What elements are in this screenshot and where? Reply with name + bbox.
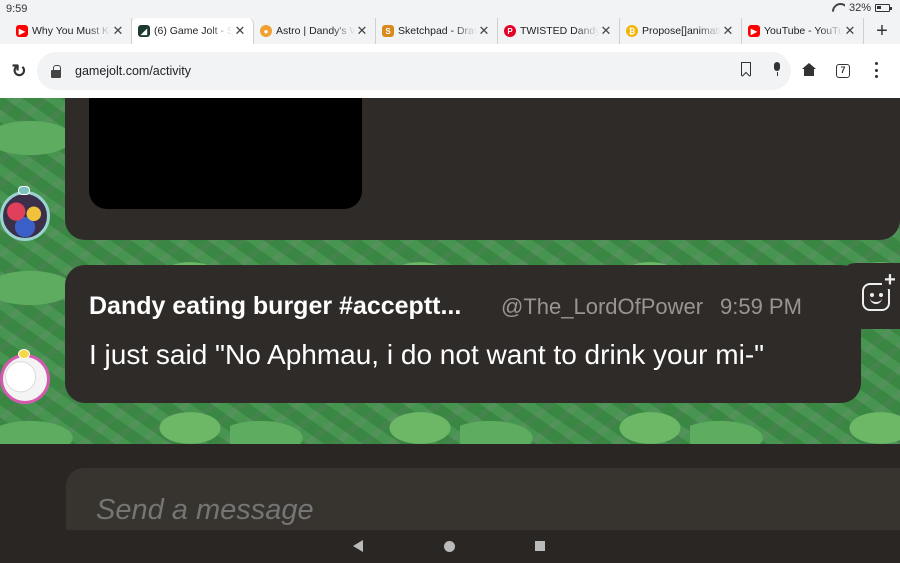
address-bar-actions xyxy=(741,62,781,76)
recent-apps-icon[interactable] xyxy=(535,541,545,551)
status-bar: 9:59 32% xyxy=(0,0,900,18)
new-tab-button[interactable]: + xyxy=(868,20,896,43)
more-menu-icon[interactable] xyxy=(874,62,878,78)
avatar-badge-icon xyxy=(18,349,30,359)
microphone-icon[interactable] xyxy=(773,62,781,76)
battery-percent: 32% xyxy=(848,2,871,14)
reload-icon[interactable]: ↻ xyxy=(0,61,38,82)
avatar[interactable] xyxy=(0,354,50,404)
add-emoji-icon: + xyxy=(862,270,898,311)
youtube-icon: ▶ xyxy=(748,25,760,37)
message-input[interactable] xyxy=(96,494,796,527)
status-icons: 32% xyxy=(832,2,892,14)
avatar[interactable] xyxy=(0,191,50,241)
pinterest-icon: P xyxy=(504,25,516,37)
tab-title: Propose[]animati xyxy=(642,25,721,37)
home-icon[interactable] xyxy=(802,63,816,77)
message-handle[interactable]: @The_LordOfPower xyxy=(501,294,703,320)
browser-tab[interactable]: ● Astro | Dandy's W ✕ xyxy=(254,18,376,44)
tab-switcher-button[interactable]: 7 xyxy=(836,64,850,78)
close-icon[interactable]: ✕ xyxy=(843,23,857,39)
add-reaction-button[interactable]: + xyxy=(838,263,900,329)
gamejolt-icon: ◢ xyxy=(138,25,150,37)
tab-title: Why You Must Ke xyxy=(32,25,111,37)
browser-tab[interactable]: S Sketchpad - Draw ✕ xyxy=(376,18,498,44)
close-icon[interactable]: ✕ xyxy=(355,23,369,39)
message-time: 9:59 PM xyxy=(720,294,802,319)
tab-strip: ▶ Why You Must Ke ✕ ◢ (6) Game Jolt - Sh… xyxy=(0,18,900,44)
address-bar[interactable]: gamejolt.com/activity xyxy=(37,52,791,90)
chat-message[interactable]: Dandy eating burger #acceptt... @The_Lor… xyxy=(65,265,861,403)
message-author[interactable]: Dandy eating burger #acceptt... xyxy=(89,292,461,321)
close-icon[interactable]: ✕ xyxy=(233,23,247,39)
tab-title: (6) Game Jolt - Sh xyxy=(154,25,233,37)
url-text[interactable]: gamejolt.com/activity xyxy=(75,64,191,78)
tab-title: Astro | Dandy's W xyxy=(276,25,355,37)
system-navigation-bar xyxy=(0,530,900,563)
browser-toolbar: ↻ gamejolt.com/activity 7 xyxy=(0,44,900,98)
sketchpad-icon: S xyxy=(382,25,394,37)
wifi-icon xyxy=(832,3,845,13)
close-icon[interactable]: ✕ xyxy=(111,23,125,39)
browser-tab[interactable]: ▶ Why You Must Ke ✕ xyxy=(10,18,132,44)
browser-tab[interactable]: ▶ YouTube - YouTu ✕ xyxy=(742,18,864,44)
back-icon[interactable] xyxy=(353,540,363,552)
browser-tab[interactable]: ₿ Propose[]animati ✕ xyxy=(620,18,742,44)
message-text: I just said "No Aphmau, i do not want to… xyxy=(89,339,765,370)
tab-title: TWISTED Dandy's xyxy=(520,25,599,37)
bookmark-icon[interactable] xyxy=(741,62,751,76)
close-icon[interactable]: ✕ xyxy=(721,23,735,39)
close-icon[interactable]: ✕ xyxy=(477,23,491,39)
coin-icon: ₿ xyxy=(626,25,638,37)
youtube-icon: ▶ xyxy=(16,25,28,37)
tab-title: YouTube - YouTu xyxy=(764,25,843,37)
message-composer xyxy=(66,468,900,530)
tab-title: Sketchpad - Draw xyxy=(398,25,477,37)
fandom-icon: ● xyxy=(260,25,272,37)
browser-tab[interactable]: P TWISTED Dandy's ✕ xyxy=(498,18,620,44)
clock: 9:59 xyxy=(6,3,28,15)
avatar-badge-icon xyxy=(18,186,30,195)
close-icon[interactable]: ✕ xyxy=(599,23,613,39)
home-button-icon[interactable] xyxy=(444,541,455,552)
chat-page: Dandy eating burger #acceptt... @The_Lor… xyxy=(0,98,900,530)
browser-tab-active[interactable]: ◢ (6) Game Jolt - Sh ✕ xyxy=(132,18,254,44)
battery-icon xyxy=(875,4,892,12)
media-thumbnail[interactable] xyxy=(89,98,362,209)
lock-icon[interactable] xyxy=(51,64,61,78)
